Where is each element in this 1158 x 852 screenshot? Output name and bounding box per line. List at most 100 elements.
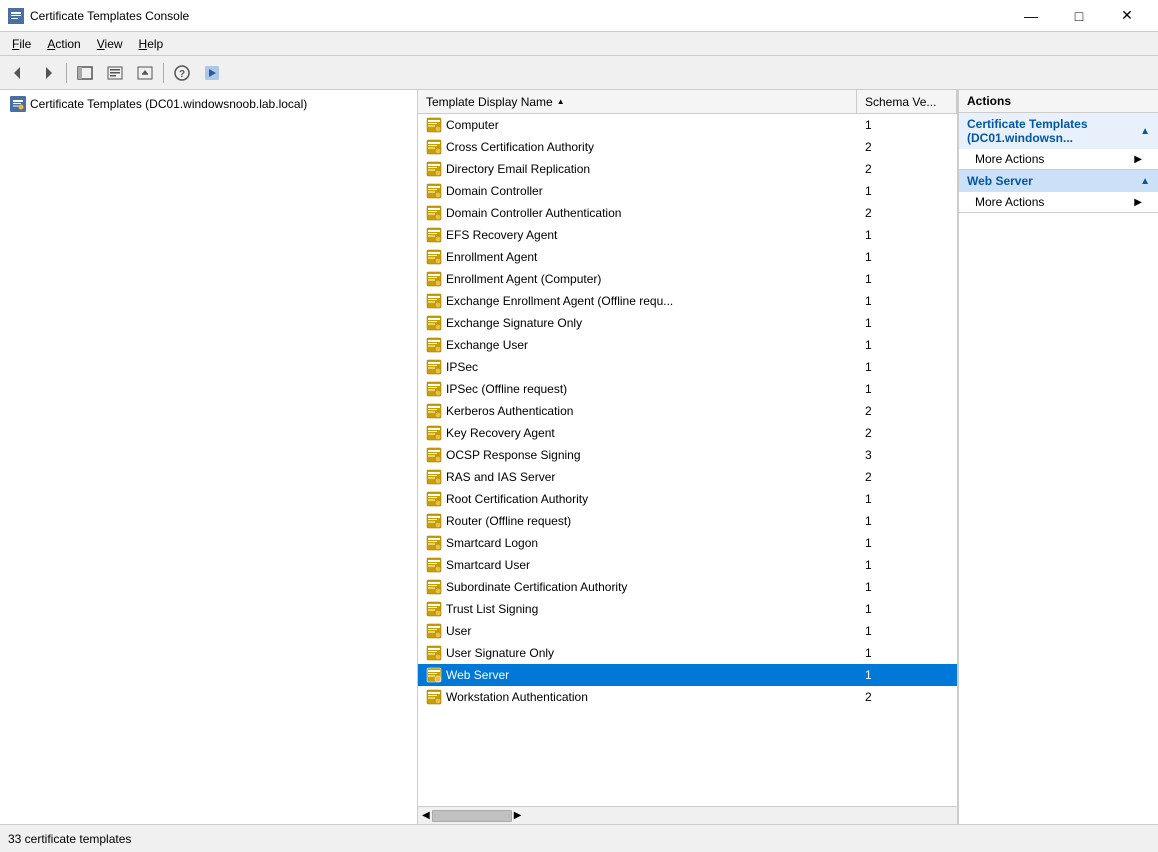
forward-button[interactable] <box>34 60 62 86</box>
menu-action[interactable]: Action <box>39 35 88 53</box>
list-body[interactable]: Computer1 Cross Certification Authority2… <box>418 114 957 806</box>
list-row-enrollment-agent[interactable]: Enrollment Agent1 <box>418 246 957 268</box>
close-button[interactable]: ✕ <box>1104 4 1150 28</box>
list-row-computer[interactable]: Computer1 <box>418 114 957 136</box>
minimize-button[interactable]: — <box>1008 4 1054 28</box>
maximize-button[interactable]: □ <box>1056 4 1102 28</box>
row-label-root-cert-auth: Root Certification Authority <box>446 492 588 506</box>
tmpl-icon-router-offline <box>426 513 442 529</box>
row-label-workstation-auth: Workstation Authentication <box>446 690 588 704</box>
row-label-user-sig-only: User Signature Only <box>446 646 554 660</box>
cert-templates-icon <box>10 96 26 112</box>
status-bar: 33 certificate templates <box>0 824 1158 852</box>
list-header: Template Display Name ▲ Schema Ve... <box>418 90 957 114</box>
row-schema-cross-cert-auth: 2 <box>857 140 957 154</box>
list-row-workstation-auth[interactable]: Workstation Authentication 2 <box>418 686 957 708</box>
up-button[interactable] <box>101 60 129 86</box>
row-label-ras-ias: RAS and IAS Server <box>446 470 555 484</box>
list-row-enrollment-agent-comp[interactable]: Enrollment Agent (Computer)1 <box>418 268 957 290</box>
toolbar: ? <box>0 56 1158 90</box>
list-row-domain-ctrl-auth[interactable]: Domain Controller Authentication 2 <box>418 202 957 224</box>
row-schema-key-recovery: 2 <box>857 426 957 440</box>
row-schema-exchange-sig-only: 1 <box>857 316 957 330</box>
row-label-enrollment-agent: Enrollment Agent <box>446 250 537 264</box>
list-row-ocsp-response[interactable]: OCSP Response Signing 3 <box>418 444 957 466</box>
list-row-smartcard-user[interactable]: Smartcard User1 <box>418 554 957 576</box>
back-button[interactable] <box>4 60 32 86</box>
row-label-exchange-sig-only: Exchange Signature Only <box>446 316 582 330</box>
app-icon <box>8 8 24 24</box>
row-schema-efs-recovery: 1 <box>857 228 957 242</box>
help-toolbar-button[interactable]: ? <box>168 60 196 86</box>
list-row-user[interactable]: User1 <box>418 620 957 642</box>
row-label-ocsp-response: OCSP Response Signing <box>446 448 581 462</box>
row-schema-web-server: 1 <box>857 668 957 682</box>
more-actions-2-arrow: ▶ <box>1134 197 1142 208</box>
list-row-smartcard-logon[interactable]: Smartcard Logon1 <box>418 532 957 554</box>
tmpl-icon-web-server <box>426 667 442 683</box>
tree-item-cert-templates[interactable]: Certificate Templates (DC01.windowsnoob.… <box>2 94 415 114</box>
action-section-web-server-title[interactable]: Web Server ▲ <box>959 170 1158 192</box>
right-area: Template Display Name ▲ Schema Ve... Com… <box>418 90 1158 824</box>
row-schema-ocsp-response: 3 <box>857 448 957 462</box>
main-area: Certificate Templates (DC01.windowsnoob.… <box>0 90 1158 824</box>
tmpl-icon-kerberos-auth <box>426 403 442 419</box>
list-row-sub-cert-auth[interactable]: Subordinate Certification Authority 1 <box>418 576 957 598</box>
sort-asc-icon: ▲ <box>557 97 565 106</box>
export-button[interactable] <box>131 60 159 86</box>
tmpl-icon-ocsp-response <box>426 447 442 463</box>
row-schema-sub-cert-auth: 1 <box>857 580 957 594</box>
hscroll-left-arrow[interactable]: ◀ <box>420 810 432 821</box>
list-row-router-offline[interactable]: Router (Offline request)1 <box>418 510 957 532</box>
list-row-trust-list[interactable]: Trust List Signing1 <box>418 598 957 620</box>
menu-file[interactable]: File <box>4 35 39 53</box>
list-row-kerberos-auth[interactable]: Kerberos Authentication2 <box>418 400 957 422</box>
list-row-efs-recovery[interactable]: EFS Recovery Agent 1 <box>418 224 957 246</box>
list-row-ras-ias[interactable]: RAS and IAS Server2 <box>418 466 957 488</box>
row-label-dir-email-rep: Directory Email Replication <box>446 162 590 176</box>
list-row-key-recovery[interactable]: Key Recovery Agent2 <box>418 422 957 444</box>
hscroll-thumb[interactable] <box>432 810 512 822</box>
tmpl-icon-exchange-enroll <box>426 293 442 309</box>
col-header-name[interactable]: Template Display Name ▲ <box>418 90 857 113</box>
menu-help[interactable]: Help <box>131 35 172 53</box>
actions-header: Actions <box>959 90 1158 113</box>
row-label-ipsec-offline: IPSec (Offline request) <box>446 382 567 396</box>
list-row-web-server[interactable]: Web Server1 <box>418 664 957 686</box>
list-row-root-cert-auth[interactable]: Root Certification Authority1 <box>418 488 957 510</box>
row-schema-user: 1 <box>857 624 957 638</box>
list-row-ipsec-offline[interactable]: IPSec (Offline request)1 <box>418 378 957 400</box>
action-more-actions-2[interactable]: More Actions ▶ <box>959 192 1158 212</box>
left-pane: Certificate Templates (DC01.windowsnoob.… <box>0 90 418 824</box>
list-row-dir-email-rep[interactable]: Directory Email Replication2 <box>418 158 957 180</box>
hscroll-right-arrow[interactable]: ▶ <box>512 810 524 821</box>
row-schema-kerberos-auth: 2 <box>857 404 957 418</box>
col-header-schema[interactable]: Schema Ve... <box>857 90 957 113</box>
status-text: 33 certificate templates <box>8 832 131 846</box>
row-label-trust-list: Trust List Signing <box>446 602 538 616</box>
tmpl-icon-ipsec-offline <box>426 381 442 397</box>
row-label-efs-recovery: EFS Recovery Agent <box>446 228 557 242</box>
list-row-ipsec[interactable]: IPSec1 <box>418 356 957 378</box>
menu-view[interactable]: View <box>89 35 131 53</box>
list-row-exchange-user[interactable]: Exchange User1 <box>418 334 957 356</box>
list-row-exchange-enroll[interactable]: Exchange Enrollment Agent (Offline requ.… <box>418 290 957 312</box>
row-schema-workstation-auth: 2 <box>857 690 957 704</box>
action-section-web-collapse-icon: ▲ <box>1140 176 1150 187</box>
row-label-sub-cert-auth: Subordinate Certification Authority <box>446 580 627 594</box>
show-hide-button[interactable] <box>71 60 99 86</box>
row-label-domain-ctrl-auth: Domain Controller Authentication <box>446 206 621 220</box>
tmpl-icon-key-recovery <box>426 425 442 441</box>
toolbar-separator-2 <box>163 63 164 83</box>
list-row-exchange-sig-only[interactable]: Exchange Signature Only 1 <box>418 312 957 334</box>
action-more-actions-1[interactable]: More Actions ▶ <box>959 149 1158 169</box>
list-row-cross-cert-auth[interactable]: Cross Certification Authority2 <box>418 136 957 158</box>
list-row-domain-ctrl[interactable]: Domain Controller1 <box>418 180 957 202</box>
row-schema-domain-ctrl-auth: 2 <box>857 206 957 220</box>
horizontal-scrollbar[interactable]: ◀ ▶ <box>418 806 957 824</box>
action-section-cert-templates-title[interactable]: Certificate Templates (DC01.windowsn... … <box>959 113 1158 149</box>
run-button[interactable] <box>198 60 226 86</box>
row-label-router-offline: Router (Offline request) <box>446 514 571 528</box>
list-row-user-sig-only[interactable]: User Signature Only1 <box>418 642 957 664</box>
tmpl-icon-user <box>426 623 442 639</box>
